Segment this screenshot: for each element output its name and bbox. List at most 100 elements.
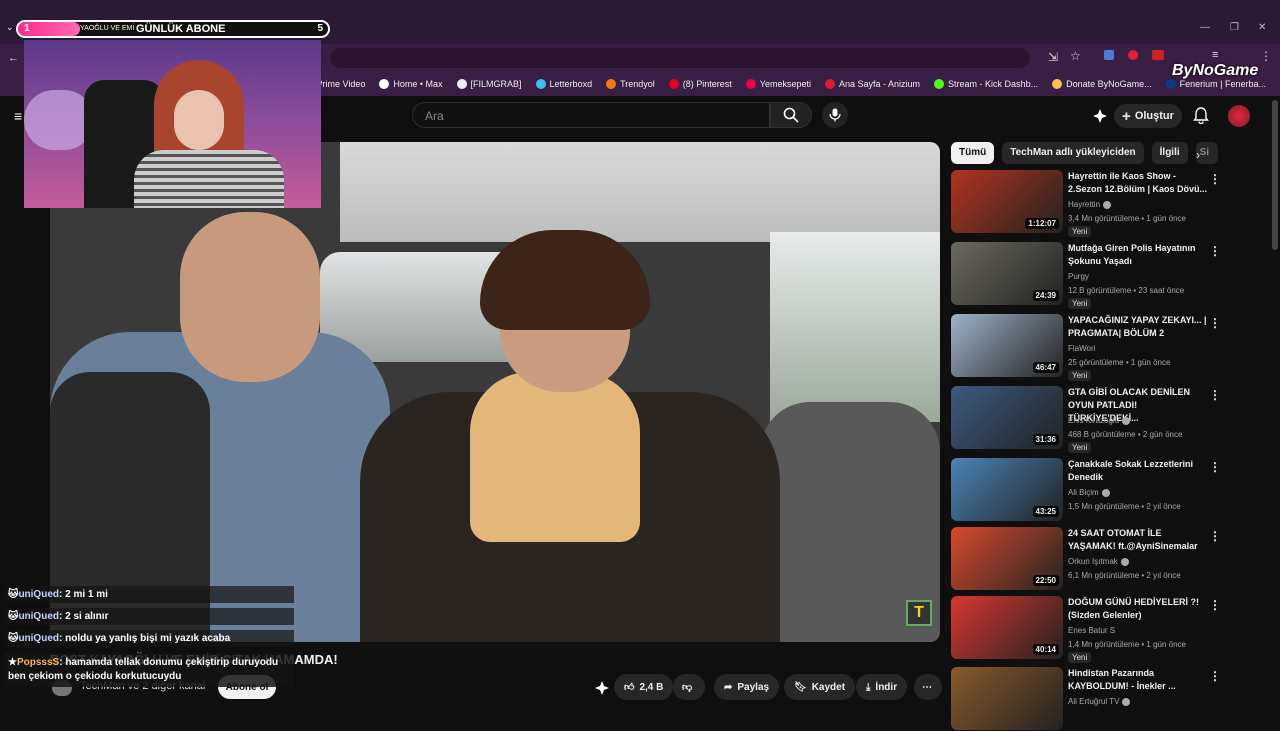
channel-link[interactable]: Enis Kirazoglu xyxy=(1068,416,1131,425)
more-options-icon[interactable]: ⋮ xyxy=(1209,316,1221,330)
channel-link[interactable]: FlaWori xyxy=(1068,344,1095,353)
verified-badge-icon xyxy=(1101,488,1110,497)
more-options-icon[interactable]: ⋮ xyxy=(1209,388,1221,402)
video-thumbnail[interactable]: 24:39 xyxy=(951,242,1063,305)
extension-translate-icon[interactable] xyxy=(1104,50,1114,60)
dislike-button[interactable]: 👎︎ xyxy=(673,674,705,700)
bookmark-item[interactable]: (8) Pinterest xyxy=(668,79,732,89)
recommended-video[interactable]: 31:36 GTA GİBİ OLACAK DENİLEN OYUN PATLAD… xyxy=(951,386,1271,453)
bookmark-icon: 🔖︎ xyxy=(794,681,807,693)
video-meta: 468 B görüntüleme • 2 gün önce xyxy=(1068,430,1183,439)
more-options-icon[interactable]: ⋮ xyxy=(1209,172,1221,186)
recommended-video[interactable]: 1:12:07 Hayrettin ile Kaos Show - 2.Sezon… xyxy=(951,170,1271,237)
video-thumbnail[interactable]: 22:50 xyxy=(951,527,1063,590)
bookmark-item[interactable]: Stream - Kick Dashb... xyxy=(934,79,1038,89)
more-actions-button[interactable]: ⋯ xyxy=(914,674,942,700)
recommended-video[interactable]: 43:25 Çanakkale Sokak Lezzetlerini Denedi… xyxy=(951,458,1271,522)
sparkle-icon[interactable] xyxy=(1092,108,1108,124)
chat-username: uniQued xyxy=(18,633,59,644)
chevron-down-icon[interactable]: ⌄ xyxy=(6,22,14,33)
video-title-link[interactable]: DOĞUM GÜNÜ HEDİYELERİ ?! (Sizden Gelenle… xyxy=(1068,596,1208,622)
bookmark-item[interactable]: Ana Sayfa - Anizium xyxy=(825,79,920,89)
share-button[interactable]: ➦ Paylaş xyxy=(714,674,780,700)
more-options-icon[interactable]: ⋮ xyxy=(1209,244,1221,258)
channel-link[interactable]: Hayrettin xyxy=(1068,200,1112,209)
install-icon[interactable]: ⇲ xyxy=(1048,50,1058,64)
video-title-link[interactable]: 24 SAAT OTOMAT İLE YAŞAMAK! ft.@AyniSine… xyxy=(1068,527,1208,553)
chip-from-uploader[interactable]: TechMan adlı yükleyiciden xyxy=(1002,142,1144,164)
more-options-icon[interactable]: ⋮ xyxy=(1209,460,1221,474)
recommended-video[interactable]: 40:14 DOĞUM GÜNÜ HEDİYELERİ ?! (Sizden Ge… xyxy=(951,596,1271,663)
recommended-video[interactable]: 22:50 24 SAAT OTOMAT İLE YAŞAMAK! ft.@Ayn… xyxy=(951,527,1271,591)
video-title-link[interactable]: Çanakkale Sokak Lezzetlerini Denedik xyxy=(1068,458,1208,484)
recommended-video[interactable]: Hindistan Pazarında KAYBOLDUM! - İnekler… xyxy=(951,667,1271,731)
chevron-right-icon[interactable]: › xyxy=(1196,148,1200,162)
channel-name-label: Enis Kirazoglu xyxy=(1068,416,1120,425)
recommended-video[interactable]: 24:39 Mutfağa Giren Polis Hayatının Şokun… xyxy=(951,242,1271,309)
recommended-video[interactable]: 46:47 YAPACAĞINIZ YAPAY ZEKAYI... | PRAGM… xyxy=(951,314,1271,381)
bookmark-item[interactable]: Trendyol xyxy=(606,79,655,89)
video-thumbnail[interactable]: 46:47 xyxy=(951,314,1063,377)
voice-search-button[interactable] xyxy=(822,102,848,128)
channel-watermark-logo[interactable]: T xyxy=(906,600,932,626)
bookmark-label: Trendyol xyxy=(620,79,655,89)
goal-target: 5 xyxy=(317,23,323,34)
video-thumbnail[interactable]: 40:14 xyxy=(951,596,1063,659)
close-window-icon[interactable]: ✕ xyxy=(1258,22,1266,33)
hamburger-menu-icon[interactable]: ≡ xyxy=(14,108,22,124)
chip-all[interactable]: Tümü xyxy=(951,142,995,164)
adblock-icon[interactable] xyxy=(1152,50,1164,60)
bookmark-label: Stream - Kick Dashb... xyxy=(948,79,1039,89)
more-options-icon[interactable]: ⋮ xyxy=(1209,529,1221,543)
create-button[interactable]: + Oluştur xyxy=(1114,104,1182,128)
bookmark-item[interactable]: [FILMGRAB] xyxy=(456,79,522,89)
minimize-icon[interactable]: — xyxy=(1200,22,1210,33)
save-button[interactable]: 🔖︎ Kaydet xyxy=(784,674,856,700)
chip-related[interactable]: İlgili xyxy=(1151,142,1188,164)
notifications-bell-icon[interactable] xyxy=(1193,107,1209,124)
address-bar[interactable] xyxy=(330,48,1030,68)
video-title-link[interactable]: Mutfağa Giren Polis Hayatının Şokunu Yaş… xyxy=(1068,242,1208,268)
back-icon[interactable]: ← xyxy=(8,52,19,64)
more-options-icon[interactable]: ⋮ xyxy=(1209,669,1221,683)
ask-sparkle-icon[interactable] xyxy=(594,680,610,696)
media-icon[interactable]: ≡ xyxy=(1212,49,1218,61)
video-duration: 31:36 xyxy=(1032,434,1059,445)
channel-link[interactable]: Purgy xyxy=(1068,272,1089,281)
bookmark-favicon-icon xyxy=(606,79,617,89)
video-meta: 1,5 Mn görüntüleme • 2 yıl önce xyxy=(1068,502,1181,511)
channel-link[interactable]: Ali Biçim xyxy=(1068,488,1110,497)
restore-icon[interactable]: ❐ xyxy=(1230,22,1239,33)
video-meta: 6,1 Mn görüntüleme • 2 yıl önce xyxy=(1068,571,1181,580)
bookmark-item[interactable]: Fenerium | Fenerba... xyxy=(1165,79,1266,89)
video-thumbnail[interactable] xyxy=(951,667,1063,730)
search-icon xyxy=(783,107,799,123)
scrollbar[interactable] xyxy=(1272,100,1278,250)
bookmark-label: Yemeksepeti xyxy=(759,79,811,89)
bookmark-item[interactable]: Letterboxd xyxy=(535,79,592,89)
bookmark-item[interactable]: Donate ByNoGame... xyxy=(1052,79,1152,89)
bookmark-star-icon[interactable]: ☆ xyxy=(1070,49,1081,63)
video-player[interactable]: T xyxy=(50,142,940,642)
bookmark-item[interactable]: Home • Max xyxy=(379,79,443,89)
goal-scroll-text: YAOĞLU VE EMİ xyxy=(80,25,135,32)
video-thumbnail[interactable]: 1:12:07 xyxy=(951,170,1063,233)
search-input[interactable]: Ara xyxy=(412,102,770,128)
channel-name-label: FlaWori xyxy=(1068,344,1096,353)
channel-link[interactable]: Orkun Işıtmak xyxy=(1068,557,1129,566)
bookmark-item[interactable]: Yemeksepeti xyxy=(745,79,811,89)
video-thumbnail[interactable]: 31:36 xyxy=(951,386,1063,449)
video-title-link[interactable]: YAPACAĞINIZ YAPAY ZEKAYI... | PRAGMATA| … xyxy=(1068,314,1208,340)
more-options-icon[interactable]: ⋮ xyxy=(1209,598,1221,612)
video-title-link[interactable]: Hayrettin ile Kaos Show - 2.Sezon 12.Böl… xyxy=(1068,170,1208,196)
like-button[interactable]: 👍︎ 2,4 B xyxy=(614,674,674,700)
video-thumbnail[interactable]: 43:25 xyxy=(951,458,1063,521)
browser-menu-icon[interactable]: ⋮ xyxy=(1260,49,1272,63)
extension-icon[interactable] xyxy=(1128,50,1138,60)
search-button[interactable] xyxy=(770,102,812,128)
channel-link[interactable]: Ali Ertuğrul TV xyxy=(1068,697,1131,706)
channel-link[interactable]: Enes Batur S xyxy=(1068,626,1115,635)
download-button[interactable]: ⤓ İndir xyxy=(856,674,908,700)
account-avatar[interactable] xyxy=(1228,105,1250,127)
video-title-link[interactable]: Hindistan Pazarında KAYBOLDUM! - İnekler… xyxy=(1068,667,1208,693)
